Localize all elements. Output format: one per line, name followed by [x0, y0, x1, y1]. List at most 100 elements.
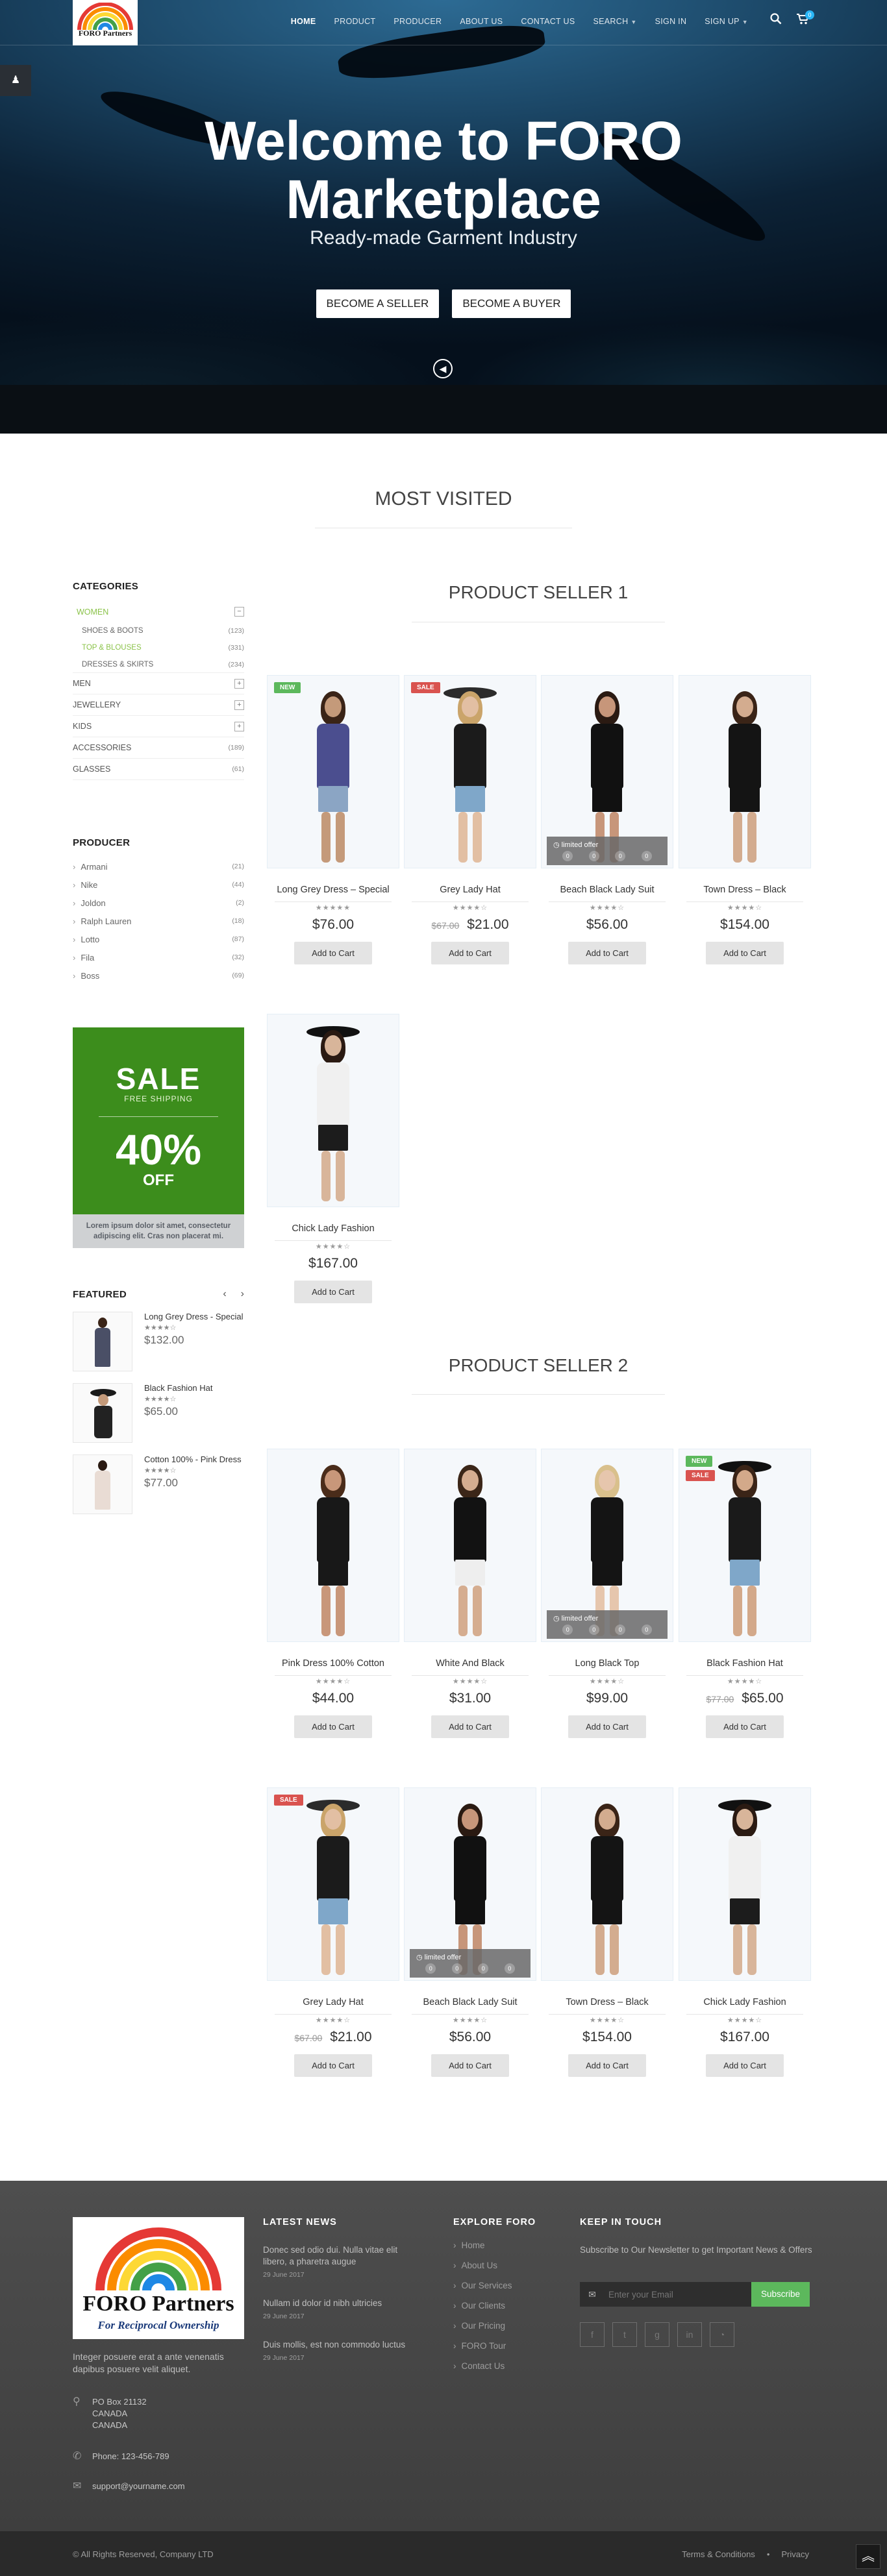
twitter-icon[interactable]: t	[612, 2322, 637, 2347]
product-name[interactable]: Long Black Top	[541, 1658, 673, 1669]
nav-contact-us[interactable]: CONTACT US	[512, 17, 584, 26]
featured-thumbnail[interactable]	[73, 1454, 132, 1514]
facebook-icon[interactable]: f	[580, 2322, 605, 2347]
nav-product[interactable]: PRODUCT	[325, 17, 384, 26]
add-to-cart-button[interactable]: Add to Cart	[706, 942, 784, 964]
footer-link-contact[interactable]: Contact Us	[453, 2356, 557, 2376]
product-card[interactable]: Chick Lady Fashion ★★★★☆ $167.00 Add to Car…	[267, 1014, 399, 1303]
footer-link-about[interactable]: About Us	[453, 2255, 557, 2275]
sale-promo-banner[interactable]: SALE FREE SHIPPING 40% OFF Lorem ipsum d…	[73, 1027, 244, 1248]
product-card[interactable]: ◷ limited offer 0 0 0 0 Beach Black Lady Suit…	[541, 675, 673, 964]
product-image[interactable]	[679, 1787, 811, 1981]
expand-icon[interactable]: +	[234, 678, 244, 689]
product-name[interactable]: Chick Lady Fashion	[679, 1997, 811, 2007]
product-card[interactable]: NEW SALE Black Fashion Hat ★★★★☆ $77.00 $65.0…	[679, 1449, 811, 1738]
producer-item[interactable]: › Nike (44)	[73, 876, 244, 894]
newsletter-email-input[interactable]	[605, 2282, 751, 2307]
nav-about-us[interactable]: ABOUT US	[451, 17, 512, 26]
add-to-cart-button[interactable]: Add to Cart	[294, 1281, 372, 1303]
product-image[interactable]: ◷ limited offer 0 0 0 0	[541, 675, 673, 868]
featured-name[interactable]: Black Fashion Hat	[144, 1383, 213, 1393]
add-to-cart-button[interactable]: Add to Cart	[431, 1715, 509, 1738]
privacy-link[interactable]: Privacy	[781, 2549, 809, 2559]
news-text[interactable]: Nullam id dolor id nibh ultricies	[263, 2298, 419, 2309]
product-card[interactable]: Town Dress – Black ★★★★☆ $154.00 Add to Car…	[679, 675, 811, 964]
subcategory-shoes-boots[interactable]: SHOES & BOOTS (123)	[73, 622, 244, 639]
producer-item[interactable]: › Armani (21)	[73, 857, 244, 876]
product-name[interactable]: Beach Black Lady Suit	[541, 885, 673, 895]
add-to-cart-button[interactable]: Add to Cart	[294, 1715, 372, 1738]
nav-search[interactable]: SEARCH ▼	[584, 17, 646, 26]
product-card[interactable]: Chick Lady Fashion ★★★★☆ $167.00 Add to Car…	[679, 1787, 811, 2077]
news-text[interactable]: Duis mollis, est non commodo luctus	[263, 2339, 419, 2351]
category-kids[interactable]: KIDS +	[73, 716, 244, 737]
product-card[interactable]: ◷ limited offer 0 0 0 0 Long Black Top ★★★★☆ $9…	[541, 1449, 673, 1738]
site-logo[interactable]: FORO Partners	[73, 0, 138, 45]
subscribe-button[interactable]: Subscribe	[751, 2282, 810, 2307]
category-jewellery[interactable]: JEWELLERY +	[73, 694, 244, 716]
producer-item[interactable]: › Boss (69)	[73, 966, 244, 985]
become-seller-button[interactable]: BECOME A SELLER	[316, 289, 440, 318]
product-image[interactable]	[267, 1014, 399, 1207]
product-name[interactable]: Town Dress – Black	[679, 885, 811, 895]
add-to-cart-button[interactable]: Add to Cart	[294, 942, 372, 964]
nav-home[interactable]: HOME	[282, 17, 325, 26]
footer-link-pricing[interactable]: Our Pricing	[453, 2316, 557, 2336]
linkedin-icon[interactable]: in	[677, 2322, 702, 2347]
chevron-left-icon[interactable]: ‹	[223, 1288, 226, 1300]
category-men[interactable]: MEN +	[73, 673, 244, 694]
product-card[interactable]: Town Dress – Black ★★★★☆ $154.00 Add to Car…	[541, 1787, 673, 2077]
featured-name[interactable]: Cotton 100% - Pink Dress	[144, 1454, 242, 1464]
product-name[interactable]: Black Fashion Hat	[679, 1658, 811, 1669]
featured-item[interactable]: Cotton 100% - Pink Dress ★★★★☆ $77.00	[73, 1454, 244, 1514]
add-to-cart-button[interactable]: Add to Cart	[431, 942, 509, 964]
chevron-right-icon[interactable]: ›	[241, 1288, 244, 1300]
collapse-icon[interactable]: −	[234, 607, 244, 617]
product-image[interactable]: SALE	[267, 1787, 399, 1981]
add-to-cart-button[interactable]: Add to Cart	[706, 1715, 784, 1738]
subcategory-dresses-skirts[interactable]: DRESSES & SKIRTS (234)	[73, 656, 244, 673]
product-name[interactable]: Grey Lady Hat	[404, 885, 536, 895]
add-to-cart-button[interactable]: Add to Cart	[706, 2054, 784, 2077]
product-image[interactable]: SALE	[404, 675, 536, 868]
nav-sign-in[interactable]: SIGN IN	[646, 17, 696, 26]
footer-link-clients[interactable]: Our Clients	[453, 2296, 557, 2316]
add-to-cart-button[interactable]: Add to Cart	[294, 2054, 372, 2077]
category-accessories[interactable]: ACCESSORIES (189)	[73, 737, 244, 759]
product-name[interactable]: White And Black	[404, 1658, 536, 1669]
featured-item[interactable]: Long Grey Dress - Special ★★★★☆ $132.00	[73, 1312, 244, 1371]
news-item[interactable]: Duis mollis, est non commodo luctus 29 Ju…	[263, 2339, 419, 2364]
footer-link-tour[interactable]: FORO Tour	[453, 2336, 557, 2356]
footer-link-services[interactable]: Our Services	[453, 2275, 557, 2296]
product-image[interactable]: NEW	[267, 675, 399, 868]
producer-item[interactable]: › Fila (32)	[73, 948, 244, 966]
product-card[interactable]: SALE Grey Lady Hat ★★★★☆ $67.00 $21.00 Add to…	[404, 675, 536, 964]
news-text[interactable]: Donec sed odio dui. Nulla vitae elit lib…	[263, 2244, 419, 2268]
add-to-cart-button[interactable]: Add to Cart	[568, 2054, 646, 2077]
news-item[interactable]: Donec sed odio dui. Nulla vitae elit lib…	[263, 2244, 419, 2281]
news-item[interactable]: Nullam id dolor id nibh ultricies 29 June…	[263, 2298, 419, 2322]
nav-sign-up[interactable]: SIGN UP ▼	[695, 17, 757, 26]
category-glasses[interactable]: GLASSES (61)	[73, 759, 244, 780]
terms-link[interactable]: Terms & Conditions	[682, 2549, 755, 2559]
producer-item[interactable]: › Lotto (87)	[73, 930, 244, 948]
product-card[interactable]: White And Black ★★★★☆ $31.00 Add to Cart	[404, 1449, 536, 1738]
product-name[interactable]: Beach Black Lady Suit	[404, 1997, 536, 2007]
category-women[interactable]: WOMEN −	[73, 601, 244, 622]
product-name[interactable]: Long Grey Dress – Special	[267, 885, 399, 895]
scroll-to-top-button[interactable]: ︽	[856, 2544, 881, 2569]
expand-icon[interactable]: +	[234, 721, 244, 731]
product-name[interactable]: Grey Lady Hat	[267, 1997, 399, 2007]
featured-thumbnail[interactable]	[73, 1383, 132, 1443]
product-image[interactable]: ◷ limited offer 0 0 0 0	[404, 1787, 536, 1981]
rss-icon[interactable]: ◔	[710, 2322, 734, 2347]
product-card[interactable]: ◷ limited offer 0 0 0 0 Beach Black Lady Suit…	[404, 1787, 536, 2077]
expand-icon[interactable]: +	[234, 700, 244, 710]
product-image[interactable]	[267, 1449, 399, 1642]
add-to-cart-button[interactable]: Add to Cart	[568, 942, 646, 964]
featured-name[interactable]: Long Grey Dress - Special	[144, 1312, 243, 1321]
product-card[interactable]: NEW Long Grey Dress – Special ★★★★★ $76.00 A…	[267, 675, 399, 964]
cart-icon[interactable]: 0	[796, 10, 814, 28]
product-image[interactable]	[404, 1449, 536, 1642]
add-to-cart-button[interactable]: Add to Cart	[568, 1715, 646, 1738]
